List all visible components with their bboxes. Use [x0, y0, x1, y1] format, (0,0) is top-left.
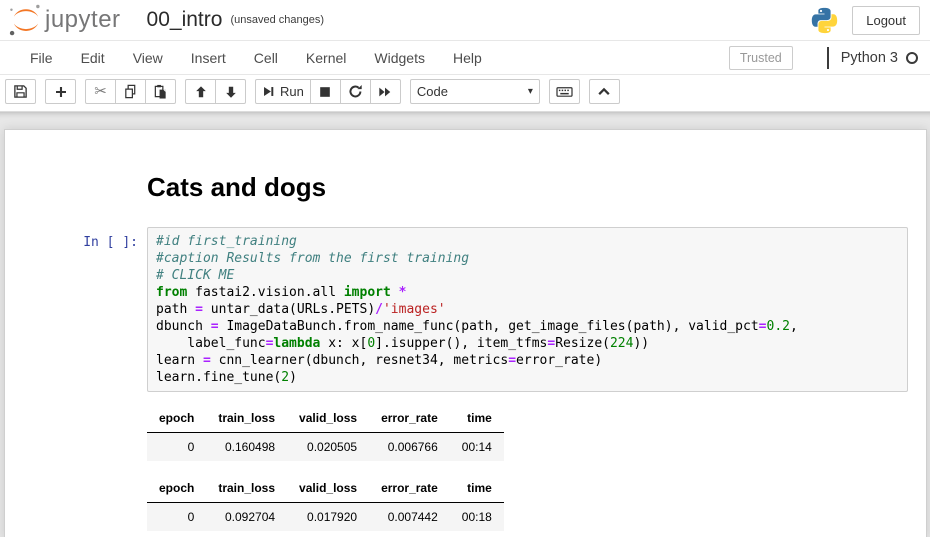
table-cell: 1 — [147, 531, 206, 537]
trusted-button[interactable]: Trusted — [729, 46, 793, 70]
table-column-header: time — [450, 476, 504, 503]
fast-forward-icon — [378, 85, 392, 99]
table-row: 00.0927040.0179200.00744200:18 — [147, 503, 504, 532]
markdown-cell: Cats and dogs — [5, 172, 926, 203]
table-cell: 0 — [147, 503, 206, 532]
table-column-header: time — [450, 406, 504, 433]
save-icon — [13, 84, 28, 99]
logout-button[interactable]: Logout — [852, 6, 920, 35]
app-header: jupyter 00_intro (unsaved changes) Logou… — [0, 0, 930, 40]
toolbar: ✂ — [0, 75, 930, 112]
table-cell: 0.160498 — [206, 433, 287, 462]
move-cell-down-button[interactable] — [215, 79, 246, 104]
table-cell: 0.027785 — [206, 531, 287, 537]
kernel-name: Python 3 — [841, 50, 898, 66]
code-line: dbunch = ImageDataBunch.from_name_func(p… — [156, 318, 899, 335]
code-line: #caption Results from the first training — [156, 250, 899, 267]
jupyter-wordmark: jupyter — [45, 6, 121, 34]
interrupt-kernel-button[interactable] — [310, 79, 341, 104]
menu-insert[interactable]: Insert — [177, 43, 240, 73]
insert-cell-below-button[interactable] — [45, 79, 76, 104]
output-area: epochtrain_lossvalid_losserror_ratetime0… — [147, 406, 926, 537]
code-line: # CLICK ME — [156, 267, 899, 284]
collapse-toolbar-button[interactable] — [589, 79, 620, 104]
table-cell: 00:18 — [450, 531, 504, 537]
kernel-idle-icon — [906, 52, 918, 64]
table-cell: 0.092704 — [206, 503, 287, 532]
table-column-header: train_loss — [206, 476, 287, 503]
table-cell: 0.006766 — [369, 433, 450, 462]
table-cell: 0.017920 — [287, 503, 369, 532]
table-cell: 0.007442 — [369, 503, 450, 532]
code-line: learn.fine_tune(2) — [156, 369, 899, 386]
menu-help[interactable]: Help — [439, 43, 496, 73]
table-column-header: valid_loss — [287, 406, 369, 433]
cell-type-select[interactable]: Code ▾ — [410, 79, 540, 104]
code-cell: In [ ]: #id first_training#caption Resul… — [5, 227, 926, 392]
code-line: path = untar_data(URLs.PETS)/'images' — [156, 301, 899, 318]
paste-icon — [153, 84, 168, 99]
keyboard-icon — [556, 84, 573, 99]
menu-bar: File Edit View Insert Cell Kernel Widget… — [0, 40, 930, 75]
table-cell: 0.012449 — [287, 531, 369, 537]
cut-icon: ✂ — [94, 84, 107, 99]
stop-icon — [318, 85, 332, 99]
copy-cells-button[interactable] — [115, 79, 146, 104]
move-cell-up-button[interactable] — [185, 79, 216, 104]
table-row: 00.1604980.0205050.00676600:14 — [147, 433, 504, 462]
code-line: from fastai2.vision.all import * — [156, 284, 899, 301]
copy-icon — [123, 84, 138, 99]
notebook-site: Cats and dogs In [ ]: #id first_training… — [0, 112, 930, 537]
table-cell: 0.020505 — [287, 433, 369, 462]
menu-edit[interactable]: Edit — [67, 43, 119, 73]
table-cell: 00:18 — [450, 503, 504, 532]
restart-icon — [348, 84, 363, 99]
table-column-header: epoch — [147, 476, 206, 503]
menu-kernel[interactable]: Kernel — [292, 43, 360, 73]
kernel-separator — [827, 47, 829, 69]
plus-icon — [54, 85, 68, 99]
cell-type-selected: Code — [417, 84, 448, 99]
restart-kernel-button[interactable] — [340, 79, 371, 104]
code-area[interactable]: #id first_training#caption Results from … — [147, 227, 908, 392]
table-row: 10.0277850.0124490.00541300:18 — [147, 531, 504, 537]
table-column-header: train_loss — [206, 406, 287, 433]
arrow-up-icon — [194, 85, 208, 99]
python-logo-icon — [810, 6, 839, 35]
notebook-container: Cats and dogs In [ ]: #id first_training… — [4, 129, 927, 537]
chevron-up-icon — [597, 85, 611, 99]
markdown-heading: Cats and dogs — [147, 172, 926, 203]
command-palette-button[interactable] — [549, 79, 580, 104]
input-prompt: In [ ]: — [5, 227, 147, 392]
table-cell: 0.005413 — [369, 531, 450, 537]
table-column-header: error_rate — [369, 476, 450, 503]
jupyter-logo[interactable]: jupyter — [8, 2, 121, 38]
table-cell: 00:14 — [450, 433, 504, 462]
dropdown-caret-icon: ▾ — [528, 86, 533, 97]
restart-run-all-button[interactable] — [370, 79, 401, 104]
save-button[interactable] — [5, 79, 36, 104]
fine-tune-results-table: epochtrain_lossvalid_losserror_ratetime0… — [147, 476, 504, 537]
arrow-down-icon — [224, 85, 238, 99]
run-button[interactable]: Run — [255, 79, 311, 104]
menu-widgets[interactable]: Widgets — [360, 43, 439, 73]
table-column-header: epoch — [147, 406, 206, 433]
code-line: learn = cnn_learner(dbunch, resnet34, me… — [156, 352, 899, 369]
training-results-table: epochtrain_lossvalid_losserror_ratetime0… — [147, 406, 504, 461]
run-button-label: Run — [280, 84, 304, 99]
table-column-header: error_rate — [369, 406, 450, 433]
step-forward-icon — [262, 85, 275, 98]
menu-file[interactable]: File — [16, 43, 67, 73]
menu-view[interactable]: View — [119, 43, 177, 73]
notebook-title[interactable]: 00_intro — [147, 8, 223, 32]
table-cell: 0 — [147, 433, 206, 462]
checkpoint-status: (unsaved changes) — [230, 14, 324, 26]
cut-cells-button[interactable]: ✂ — [85, 79, 116, 104]
jupyter-logo-icon — [8, 2, 44, 38]
table-column-header: valid_loss — [287, 476, 369, 503]
paste-cells-button[interactable] — [145, 79, 176, 104]
code-line: #id first_training — [156, 233, 899, 250]
menu-cell[interactable]: Cell — [240, 43, 292, 73]
code-line: label_func=lambda x: x[0].isupper(), ite… — [156, 335, 899, 352]
